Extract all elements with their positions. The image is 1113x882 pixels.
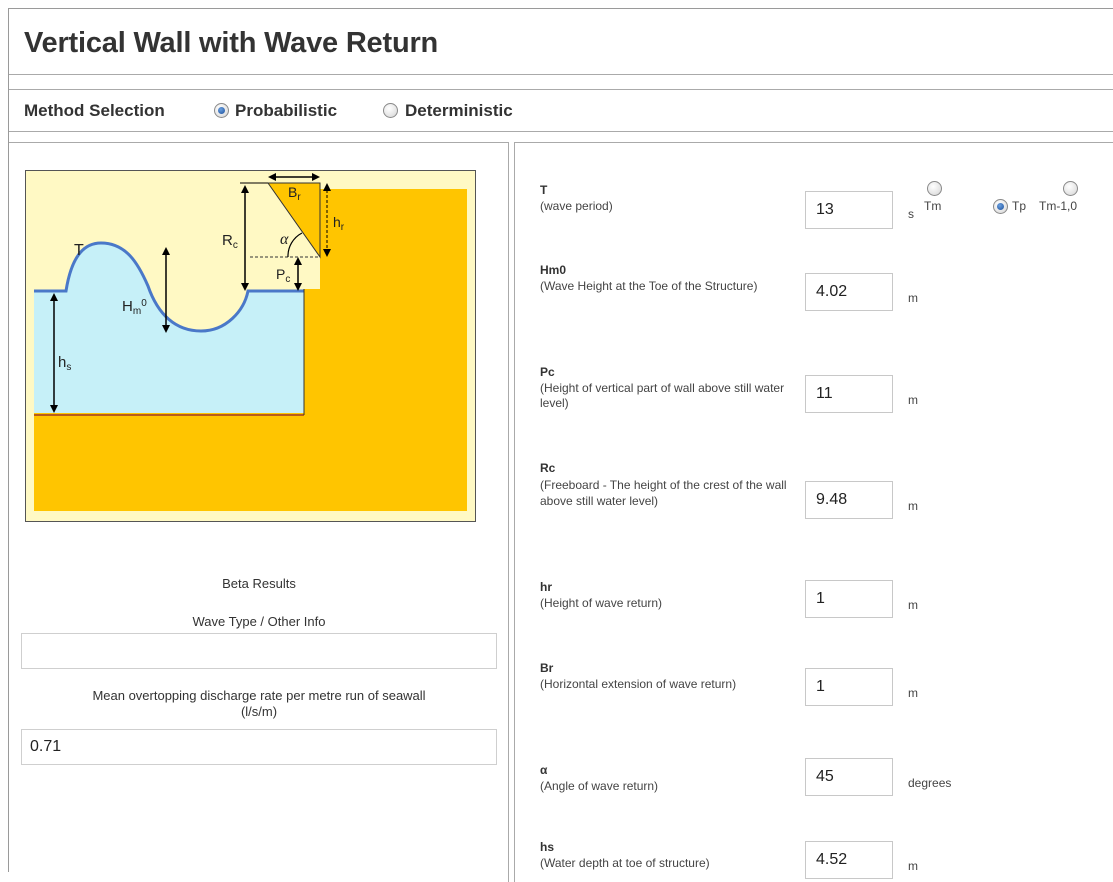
probabilistic-label[interactable]: Probabilistic xyxy=(235,101,337,121)
wave-return-height-input[interactable] xyxy=(805,580,893,618)
water-depth-input[interactable] xyxy=(805,841,893,879)
discharge-unit: (l/s/m) xyxy=(240,704,278,719)
discharge-label-text: Mean overtopping discharge rate per metr… xyxy=(92,688,426,703)
param-alpha-desc: (Angle of wave return) xyxy=(540,779,659,793)
deterministic-radio[interactable] xyxy=(383,103,398,118)
wave-type-label: Wave Type / Other Info xyxy=(192,614,326,629)
param-pc-symbol: Pc xyxy=(540,365,555,379)
param-pc-unit: m xyxy=(908,393,918,407)
tm-1-0-label[interactable]: Tm-1,0 xyxy=(1039,199,1077,213)
param-hs-symbol: hs xyxy=(540,840,555,854)
title-bar: Vertical Wall with Wave Return xyxy=(9,9,1113,75)
param-br-symbol: Br xyxy=(540,661,554,675)
left-panel: T Hm0 hs Rc Pc Br hr α Beta Results Wave… xyxy=(9,142,509,882)
right-panel: T (wave period) s Tm Tp Tm-1,0 Hm0 (Wave… xyxy=(514,142,1113,882)
param-t-unit: s xyxy=(908,207,914,221)
wave-period-input[interactable] xyxy=(805,191,893,229)
param-hs-desc: (Water depth at toe of structure) xyxy=(540,856,710,870)
beta-results-label: Beta Results xyxy=(222,576,296,591)
vertical-wall-height-input[interactable] xyxy=(805,375,893,413)
label-t: T xyxy=(74,242,84,259)
param-hm0-symbol: Hm0 xyxy=(540,263,567,277)
param-pc-desc: (Height of vertical part of wall above s… xyxy=(540,381,785,410)
param-hs-unit: m xyxy=(908,859,918,873)
param-alpha-symbol: α xyxy=(540,763,548,777)
param-t-symbol: T xyxy=(540,183,548,197)
tp-label[interactable]: Tp xyxy=(1012,199,1026,213)
label-alpha: α xyxy=(280,231,289,248)
param-hm0-unit: m xyxy=(908,291,918,305)
param-br-desc: (Horizontal extension of wave return) xyxy=(540,677,737,691)
param-alpha-unit: degrees xyxy=(908,776,952,790)
discharge-output: 0.71 xyxy=(21,729,497,765)
app-frame: Vertical Wall with Wave Return Method Se… xyxy=(8,8,1113,882)
discharge-label: Mean overtopping discharge rate per metr… xyxy=(9,688,509,720)
probabilistic-radio[interactable] xyxy=(214,103,229,118)
param-hr-symbol: hr xyxy=(540,580,552,594)
method-selection-label: Method Selection xyxy=(24,101,165,120)
wave-type-output xyxy=(21,633,497,669)
method-selection-bar: Method Selection Probabilistic Determini… xyxy=(9,89,1113,132)
param-rc-desc: (Freeboard - The height of the crest of … xyxy=(540,478,787,508)
wave-return-angle-input[interactable] xyxy=(805,758,893,796)
param-t-desc: (wave period) xyxy=(540,199,613,213)
deterministic-label[interactable]: Deterministic xyxy=(405,101,513,121)
param-hr-unit: m xyxy=(908,598,918,612)
freeboard-input[interactable] xyxy=(805,481,893,519)
tp-radio[interactable] xyxy=(993,199,1008,214)
wall-diagram: T Hm0 hs Rc Pc Br hr α xyxy=(25,170,476,522)
page-title: Vertical Wall with Wave Return xyxy=(24,27,439,59)
wave-return-extension-input[interactable] xyxy=(805,668,893,706)
wave-height-input[interactable] xyxy=(805,273,893,311)
param-rc-unit: m xyxy=(908,499,918,513)
param-rc-symbol: Rc xyxy=(540,461,556,475)
tm-radio[interactable] xyxy=(927,181,942,196)
param-br-unit: m xyxy=(908,686,918,700)
wall-diagram-svg: T Hm0 hs Rc Pc Br hr α xyxy=(26,171,475,521)
tm-1-0-radio[interactable] xyxy=(1063,181,1078,196)
param-hr-desc: (Height of wave return) xyxy=(540,596,663,610)
tm-label[interactable]: Tm xyxy=(924,199,941,213)
param-hm0-desc: (Wave Height at the Toe of the Structure… xyxy=(540,279,758,293)
